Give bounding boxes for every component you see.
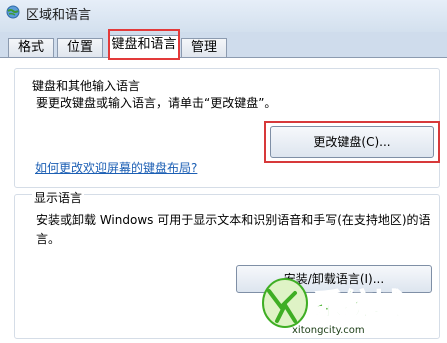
keyboard-group-title: 键盘和其他输入语言 [32, 79, 141, 93]
display-language-description-line2: 言。 [36, 232, 61, 246]
keyboard-description: 要更改键盘或输入语言，请单击“更改键盘”。 [36, 96, 277, 110]
tab-admin[interactable]: 管理 [181, 38, 227, 57]
change-keyboard-button[interactable]: 更改键盘(C)... [270, 126, 434, 158]
tab-highlight-box [108, 29, 180, 60]
tab-format[interactable]: 格式 [8, 38, 54, 57]
tab-label: 管理 [190, 40, 217, 55]
tab-label: 位置 [66, 40, 93, 55]
button-label: 更改键盘(C)... [313, 135, 391, 149]
title-bar: 区域和语言 [0, 0, 447, 32]
display-language-description-line1: 安装或卸载 Windows 可用于显示文本和识别语音和手写(在支持地区)的语 [36, 213, 431, 227]
tab-bar: 格式 位置 键盘和语言 管理 [0, 32, 447, 58]
display-language-title: 显示语言 [32, 189, 85, 206]
tab-location[interactable]: 位置 [57, 38, 103, 57]
watermark-domain: xitongcity.com [292, 325, 365, 336]
region-language-dialog: 区域和语言 格式 位置 键盘和语言 管理 键盘和其他输入语言 要更改键盘或输入语… [0, 0, 447, 343]
keyboard-layout-help-link[interactable]: 如何更改欢迎屏幕的键盘布局? [35, 159, 197, 176]
globe-icon [6, 5, 20, 19]
tab-label: 格式 [17, 40, 44, 55]
svg-text:·: · [325, 302, 329, 316]
window-title: 区域和语言 [26, 8, 92, 23]
